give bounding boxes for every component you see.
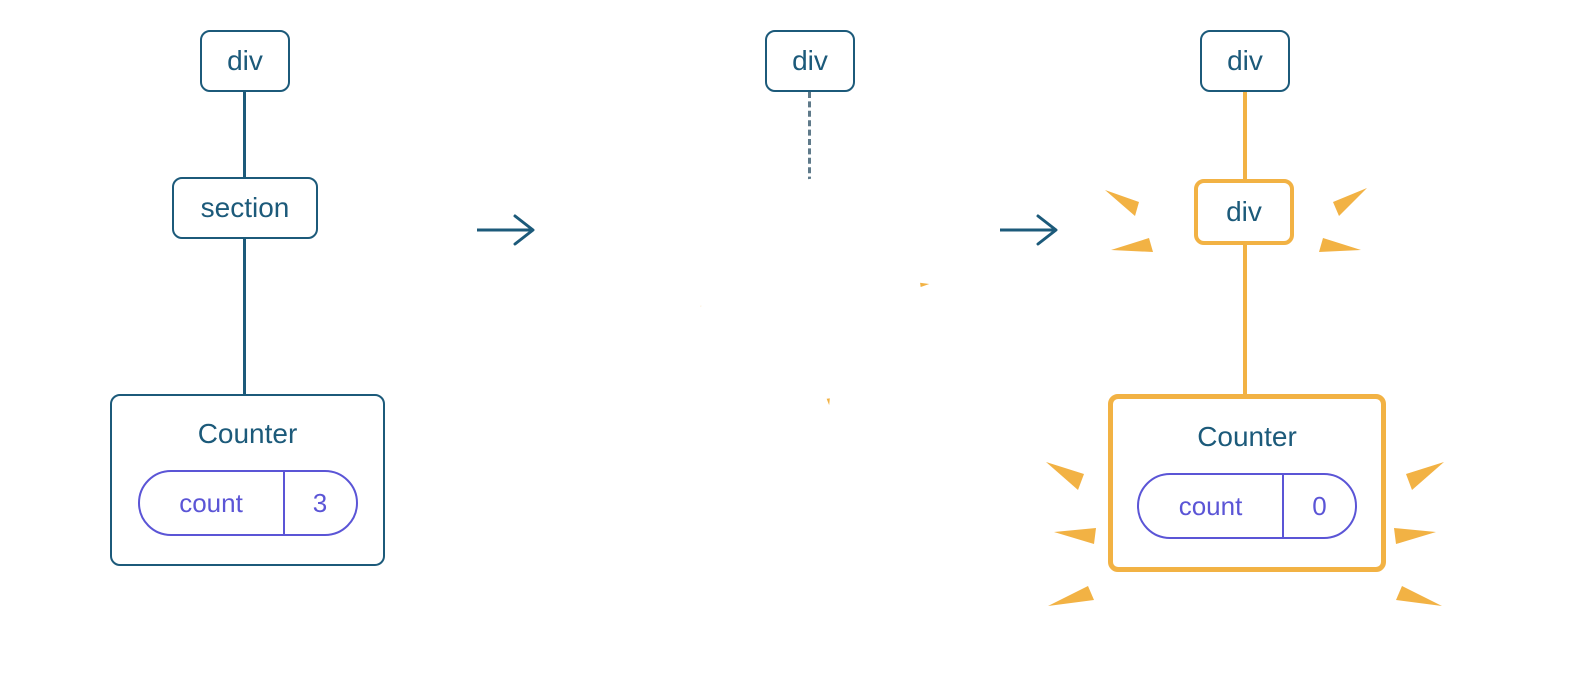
count-label: count (140, 472, 285, 534)
label: div (1226, 196, 1262, 228)
count-label: count (1139, 475, 1284, 537)
node-mid-root: div (765, 30, 855, 92)
label: div (792, 45, 828, 77)
node-left-section: section (172, 177, 318, 239)
label: div (227, 45, 263, 77)
counter-left: Counter count 3 (110, 394, 385, 566)
label: section (201, 192, 290, 224)
counter-title: Counter (1197, 421, 1297, 453)
edge-left-1 (243, 92, 246, 177)
count-pill: count 3 (138, 470, 358, 536)
count-value: 3 (285, 472, 356, 534)
arrow-right-2-icon (998, 210, 1068, 250)
node-left-root: div (200, 30, 290, 92)
arrow-right-1-icon (475, 210, 545, 250)
edge-mid-dashed (808, 92, 811, 192)
node-right-root: div (1200, 30, 1290, 92)
node-right-middle: div (1194, 179, 1294, 245)
count-value: 0 (1284, 475, 1355, 537)
counter-title: Counter (198, 418, 298, 450)
label: div (1227, 45, 1263, 77)
poof-box (686, 166, 934, 414)
edge-left-2 (243, 239, 246, 394)
count-pill: count 0 (1137, 473, 1357, 539)
counter-right: Counter count 0 (1108, 394, 1386, 572)
edge-right-2 (1243, 245, 1247, 395)
